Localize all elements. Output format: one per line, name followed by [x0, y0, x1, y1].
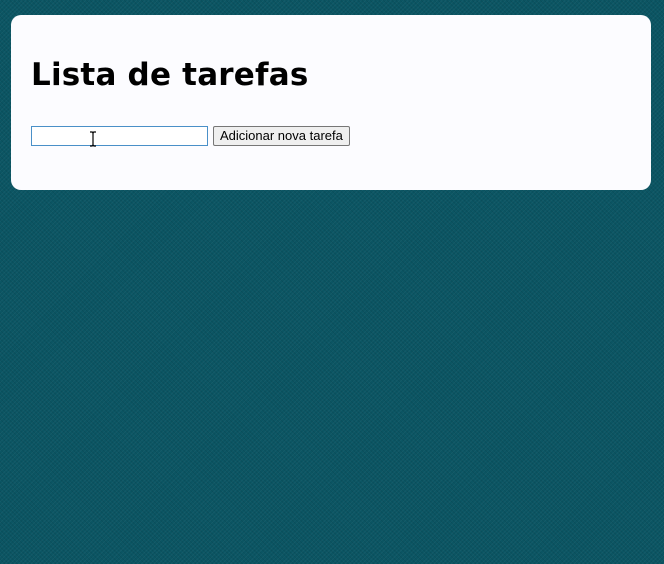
add-task-form: Adicionar nova tarefa	[31, 126, 350, 146]
todo-card: Lista de tarefas	[11, 15, 651, 190]
task-input[interactable]	[31, 126, 208, 146]
text-cursor-icon	[90, 131, 96, 147]
page-title: Lista de tarefas	[31, 57, 309, 93]
add-task-button[interactable]: Adicionar nova tarefa	[213, 126, 350, 146]
